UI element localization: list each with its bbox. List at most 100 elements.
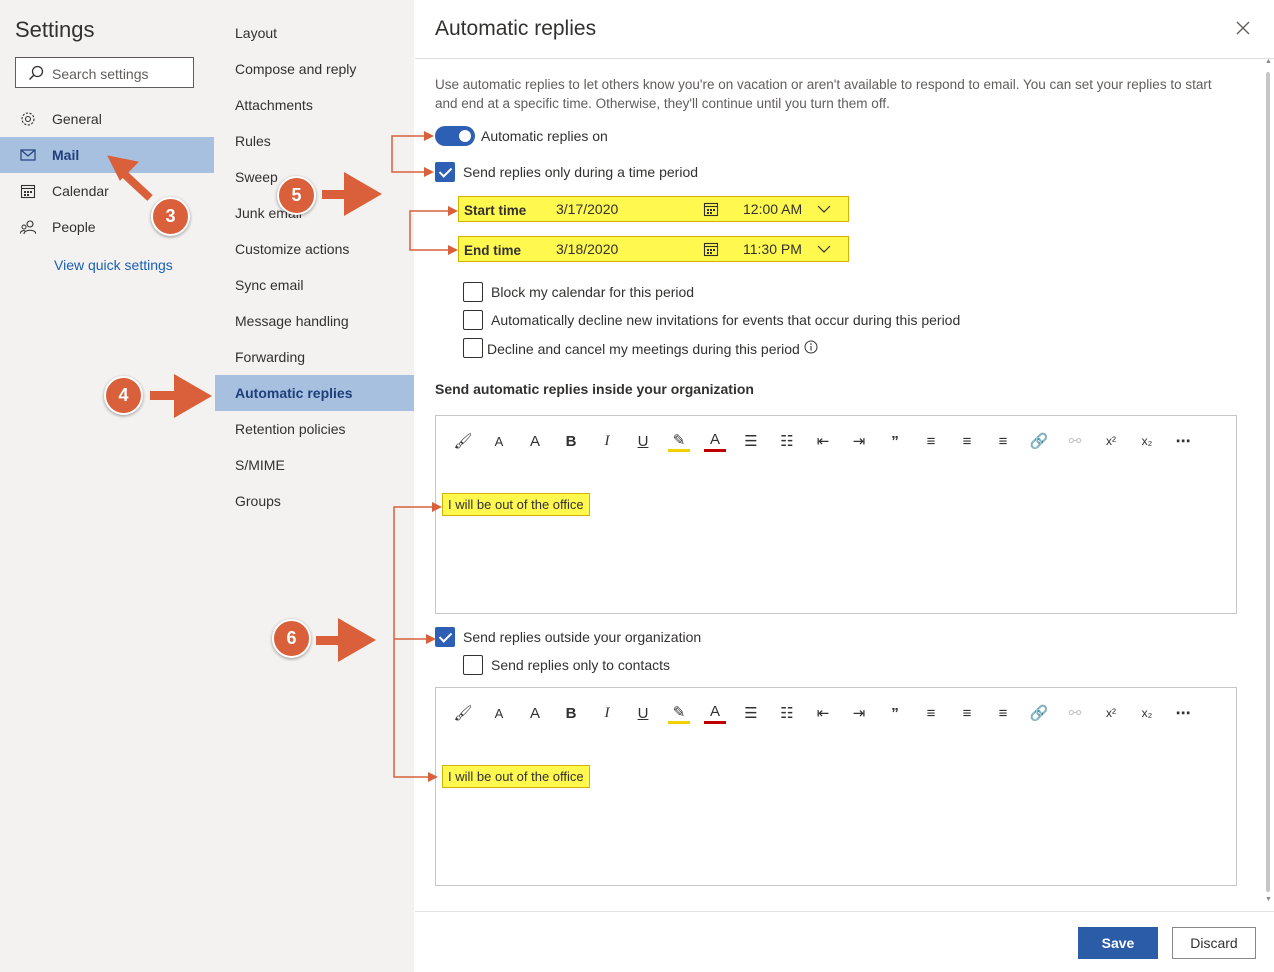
outside-org-editor[interactable]: 🖌 A A B I U ✎ A ☰ ☷ ⇤ ⇥ ” ≡ ≡ ≡ 🔗 ⚯ x² x… xyxy=(435,687,1237,886)
time-period-label: Send replies only during a time period xyxy=(463,164,699,180)
info-icon[interactable] xyxy=(804,340,818,354)
italic-icon[interactable]: I xyxy=(596,430,618,452)
inside-reply-message[interactable]: I will be out of the office xyxy=(442,493,590,516)
automatic-replies-toggle[interactable] xyxy=(435,126,475,146)
category-rules[interactable]: Rules xyxy=(215,123,414,159)
chevron-down-icon[interactable] xyxy=(817,243,831,255)
category-label: Message handling xyxy=(235,313,349,329)
format-painter-icon[interactable]: 🖌 xyxy=(452,430,474,452)
outside-reply-message[interactable]: I will be out of the office xyxy=(442,765,590,788)
end-time-field[interactable]: 11:30 PM xyxy=(743,241,802,257)
category-compose-and-reply[interactable]: Compose and reply xyxy=(215,51,414,87)
decrease-indent-icon[interactable]: ⇤ xyxy=(812,702,834,724)
subscript-icon[interactable]: x₂ xyxy=(1136,702,1158,724)
category-retention-policies[interactable]: Retention policies xyxy=(215,411,414,447)
scroll-up-icon[interactable]: ▲ xyxy=(1265,58,1272,65)
category-automatic-replies[interactable]: Automatic replies xyxy=(215,375,414,411)
time-period-checkbox[interactable] xyxy=(435,162,455,182)
contacts-only-checkbox[interactable] xyxy=(463,655,483,675)
font-color-icon[interactable]: A xyxy=(704,430,726,452)
start-time-field[interactable]: 12:00 AM xyxy=(743,201,802,217)
more-icon[interactable]: ⋯ xyxy=(1172,430,1194,452)
bullets-icon[interactable]: ☰ xyxy=(740,430,762,452)
quote-icon[interactable]: ” xyxy=(884,430,906,452)
start-date-field[interactable]: 3/17/2020 xyxy=(556,201,618,217)
italic-icon[interactable]: I xyxy=(596,702,618,724)
font-size-increase-icon[interactable]: A xyxy=(524,430,546,452)
numbering-icon[interactable]: ☷ xyxy=(776,702,798,724)
superscript-icon[interactable]: x² xyxy=(1100,702,1122,724)
highlight-icon[interactable]: ✎ xyxy=(668,430,690,452)
view-quick-settings-link[interactable]: View quick settings xyxy=(54,257,173,273)
calendar-icon[interactable] xyxy=(703,241,719,257)
category-customize-actions[interactable]: Customize actions xyxy=(215,231,414,267)
link-icon[interactable]: 🔗 xyxy=(1028,702,1050,724)
decline-invitations-checkbox[interactable] xyxy=(463,310,483,330)
category-label: Layout xyxy=(235,25,278,41)
format-painter-icon[interactable]: 🖌 xyxy=(452,702,474,724)
align-center-icon[interactable]: ≡ xyxy=(956,430,978,452)
scrollbar-thumb[interactable] xyxy=(1266,72,1270,892)
superscript-icon[interactable]: x² xyxy=(1100,430,1122,452)
category-forwarding[interactable]: Forwarding xyxy=(215,339,414,375)
quote-icon[interactable]: ” xyxy=(884,702,906,724)
underline-icon[interactable]: U xyxy=(632,430,654,452)
settings-title: Settings xyxy=(15,17,95,42)
align-right-icon[interactable]: ≡ xyxy=(992,430,1014,452)
category-attachments[interactable]: Attachments xyxy=(215,87,414,123)
category-groups[interactable]: Groups xyxy=(215,483,414,519)
numbering-icon[interactable]: ☷ xyxy=(776,430,798,452)
category-label: Sweep xyxy=(235,169,278,185)
bold-icon[interactable]: B xyxy=(560,702,582,724)
more-icon[interactable]: ⋯ xyxy=(1172,702,1194,724)
font-size-increase-icon[interactable]: A xyxy=(524,702,546,724)
discard-button[interactable]: Discard xyxy=(1172,927,1256,959)
category-smime[interactable]: S/MIME xyxy=(215,447,414,483)
end-date-field[interactable]: 3/18/2020 xyxy=(556,241,618,257)
align-left-icon[interactable]: ≡ xyxy=(920,702,942,724)
align-right-icon[interactable]: ≡ xyxy=(992,702,1014,724)
increase-indent-icon[interactable]: ⇥ xyxy=(848,702,870,724)
outside-org-checkbox[interactable] xyxy=(435,627,455,647)
vertical-scrollbar[interactable]: ▲ ▼ xyxy=(1263,58,1273,908)
decline-meetings-label: Decline and cancel my meetings during th… xyxy=(487,341,800,357)
link-icon[interactable]: 🔗 xyxy=(1028,430,1050,452)
decline-meetings-checkbox[interactable] xyxy=(463,338,483,358)
chevron-down-icon[interactable] xyxy=(817,203,831,215)
increase-indent-icon[interactable]: ⇥ xyxy=(848,430,870,452)
toggle-label: Automatic replies on xyxy=(481,128,608,144)
category-message-handling[interactable]: Message handling xyxy=(215,303,414,339)
start-time-row: Start time 3/17/2020 12:00 AM xyxy=(458,196,849,222)
category-label: Sync email xyxy=(235,277,304,293)
category-layout[interactable]: Layout xyxy=(215,15,414,51)
bold-icon[interactable]: B xyxy=(560,430,582,452)
nav-item-label: People xyxy=(52,219,96,235)
scroll-down-icon[interactable]: ▼ xyxy=(1265,896,1272,903)
highlight-icon[interactable]: ✎ xyxy=(668,702,690,724)
nav-item-label: Calendar xyxy=(52,183,109,199)
font-color-icon[interactable]: A xyxy=(704,702,726,724)
font-size-icon[interactable]: A xyxy=(488,430,510,452)
nav-item-label: General xyxy=(52,111,102,127)
inside-org-editor[interactable]: 🖌 A A B I U ✎ A ☰ ☷ ⇤ ⇥ ” ≡ ≡ ≡ 🔗 ⚯ x² x… xyxy=(435,415,1237,614)
bullets-icon[interactable]: ☰ xyxy=(740,702,762,724)
underline-icon[interactable]: U xyxy=(632,702,654,724)
decrease-indent-icon[interactable]: ⇤ xyxy=(812,430,834,452)
save-button[interactable]: Save xyxy=(1078,927,1158,959)
settings-nav: Settings Search settings General Mail Ca… xyxy=(0,0,215,972)
category-label: Attachments xyxy=(235,97,313,113)
toggle-knob xyxy=(459,130,471,142)
font-size-icon[interactable]: A xyxy=(488,702,510,724)
calendar-icon[interactable] xyxy=(703,201,719,217)
nav-item-mail[interactable]: Mail xyxy=(0,137,214,173)
outside-org-label: Send replies outside your organization xyxy=(463,629,702,645)
block-calendar-checkbox[interactable] xyxy=(463,282,483,302)
close-icon[interactable] xyxy=(1233,18,1253,38)
category-sync-email[interactable]: Sync email xyxy=(215,267,414,303)
align-center-icon[interactable]: ≡ xyxy=(956,702,978,724)
nav-item-general[interactable]: General xyxy=(0,101,214,137)
align-left-icon[interactable]: ≡ xyxy=(920,430,942,452)
footer-divider xyxy=(415,911,1274,912)
search-settings-input[interactable]: Search settings xyxy=(15,57,194,88)
subscript-icon[interactable]: x₂ xyxy=(1136,430,1158,452)
